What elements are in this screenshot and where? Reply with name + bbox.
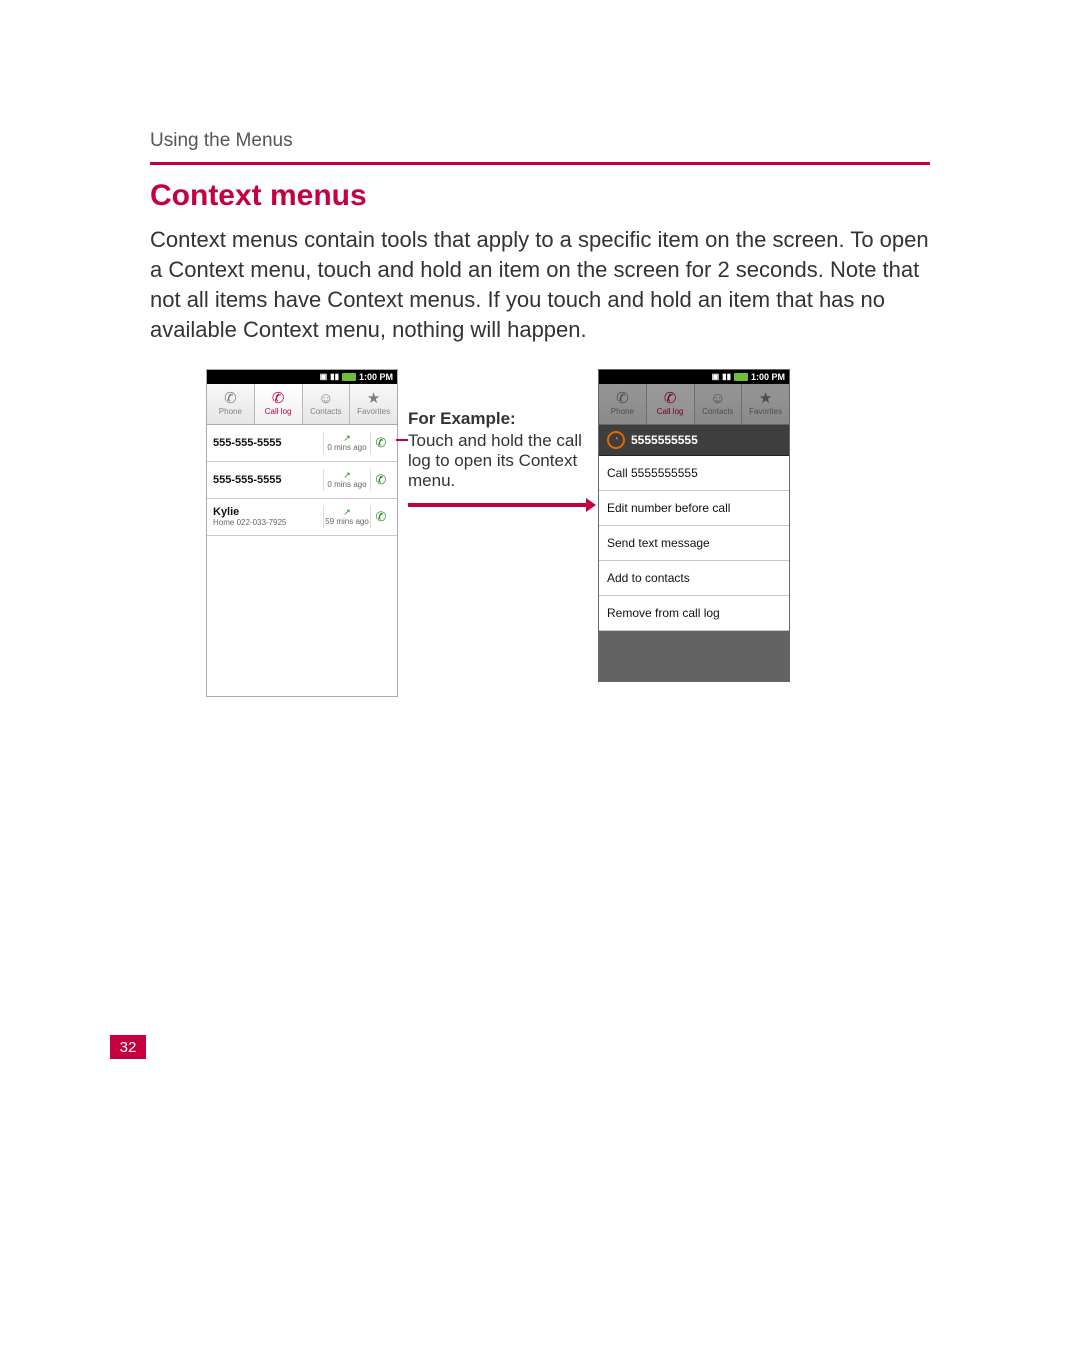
annotation: For Example: Touch and hold the call log… <box>408 369 588 509</box>
phone-context-menu: ▣ ▮▮ 1:00 PM ✆Phone ✆Call log ☺Contacts … <box>598 369 790 682</box>
call-time: 0 mins ago <box>327 443 366 452</box>
network-icon: ▣ <box>712 373 720 381</box>
dim-background <box>599 631 789 681</box>
call-time: 0 mins ago <box>327 480 366 489</box>
tab-favorites[interactable]: ★ Favorites <box>350 384 397 424</box>
call-button-icon[interactable]: ✆ <box>371 472 391 488</box>
context-menu-item[interactable]: Send text message <box>599 526 789 561</box>
contact-name: Kylie <box>213 506 239 518</box>
tab-label: Contacts <box>310 407 342 416</box>
call-meta: ↗ 0 mins ago <box>323 469 371 491</box>
tab-label: Phone <box>219 407 242 416</box>
outgoing-icon: ↗ <box>324 508 370 517</box>
tab-favorites: ★Favorites <box>742 384 789 424</box>
figure-row: ▣ ▮▮ 1:00 PM ✆ Phone ✆ Call log ☺ Contac… <box>206 369 930 697</box>
manual-page: Using the Menus Context menus Context me… <box>0 0 1080 1349</box>
section-label: Using the Menus <box>150 130 930 152</box>
status-time: 1:00 PM <box>359 372 393 382</box>
clock-icon: ◔ <box>607 431 625 449</box>
tab-call-log: ✆Call log <box>647 384 695 424</box>
call-time: 59 mins ago <box>325 517 369 526</box>
phone-call-log: ▣ ▮▮ 1:00 PM ✆ Phone ✆ Call log ☺ Contac… <box>206 369 398 697</box>
context-menu-item[interactable]: Edit number before call <box>599 491 789 526</box>
body-text: Context menus contain tools that apply t… <box>150 225 930 345</box>
network-icon: ▣ <box>320 373 328 381</box>
call-number: 555-555-5555 <box>213 474 323 486</box>
signal-icon: ▮▮ <box>722 373 731 381</box>
annotation-label: For Example: <box>408 409 588 429</box>
signal-icon: ▮▮ <box>330 373 339 381</box>
call-button-icon[interactable]: ✆ <box>371 509 391 525</box>
page-title: Context menus <box>150 179 930 213</box>
call-meta: ↗ 59 mins ago <box>323 506 371 528</box>
context-menu-number: 5555555555 <box>631 433 698 447</box>
status-bar: ▣ ▮▮ 1:00 PM <box>207 370 397 384</box>
tab-contacts: ☺Contacts <box>695 384 743 424</box>
context-menu-item[interactable]: Call 5555555555 <box>599 456 789 491</box>
page-number: 32 <box>110 1035 146 1059</box>
dialer-tabs: ✆ Phone ✆ Call log ☺ Contacts ★ Favorite… <box>207 384 397 425</box>
call-log-row[interactable]: 555-555-5555 ↗ 0 mins ago ✆ <box>207 462 397 499</box>
phone-icon: ✆ <box>224 391 237 406</box>
arrow-icon <box>408 501 588 509</box>
dialer-tabs-dimmed: ✆Phone ✆Call log ☺Contacts ★Favorites <box>599 384 789 425</box>
contact-number: Home 022-033-7925 <box>213 518 323 527</box>
tab-phone[interactable]: ✆ Phone <box>207 384 255 424</box>
call-contact: Kylie Home 022-033-7925 <box>213 506 323 527</box>
outgoing-icon: ↗ <box>324 434 370 443</box>
call-log-row[interactable]: Kylie Home 022-033-7925 ↗ 59 mins ago ✆ <box>207 499 397 536</box>
section-rule <box>150 162 930 165</box>
contacts-icon: ☺ <box>318 391 333 406</box>
tab-phone: ✆Phone <box>599 384 647 424</box>
context-menu-item[interactable]: Add to contacts <box>599 561 789 596</box>
annotation-text: Touch and hold the call log to open its … <box>408 431 588 491</box>
context-menu-item[interactable]: Remove from call log <box>599 596 789 631</box>
call-log-row[interactable]: 555-555-5555 ↗ 0 mins ago ✆ <box>207 425 397 462</box>
tab-contacts[interactable]: ☺ Contacts <box>303 384 351 424</box>
tab-label: Favorites <box>357 407 390 416</box>
context-menu-header: ◔ 5555555555 <box>599 425 789 456</box>
call-button-icon[interactable]: ✆ <box>371 435 391 451</box>
guide-line-icon <box>396 439 408 441</box>
call-log-icon: ✆ <box>272 391 285 406</box>
battery-icon <box>342 373 356 381</box>
call-meta: ↗ 0 mins ago <box>323 432 371 454</box>
empty-area <box>207 536 397 696</box>
outgoing-icon: ↗ <box>324 471 370 480</box>
status-bar: ▣ ▮▮ 1:00 PM <box>599 370 789 384</box>
status-time: 1:00 PM <box>751 372 785 382</box>
call-number: 555-555-5555 <box>213 437 323 449</box>
star-icon: ★ <box>367 391 380 406</box>
tab-label: Call log <box>265 407 292 416</box>
battery-icon <box>734 373 748 381</box>
tab-call-log[interactable]: ✆ Call log <box>255 384 303 424</box>
